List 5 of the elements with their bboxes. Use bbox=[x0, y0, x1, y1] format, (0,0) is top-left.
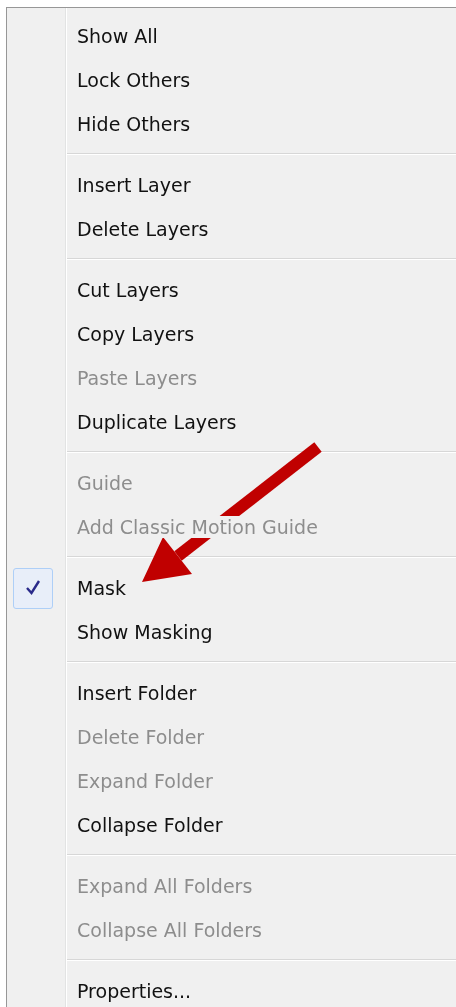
menu-item[interactable]: Duplicate Layers bbox=[77, 411, 237, 433]
menu-item[interactable]: Collapse Folder bbox=[77, 814, 223, 836]
menu-item[interactable]: Show Masking bbox=[77, 621, 213, 643]
menu-item[interactable]: Delete Layers bbox=[77, 218, 209, 240]
menu-item[interactable]: Properties... bbox=[77, 980, 192, 1002]
